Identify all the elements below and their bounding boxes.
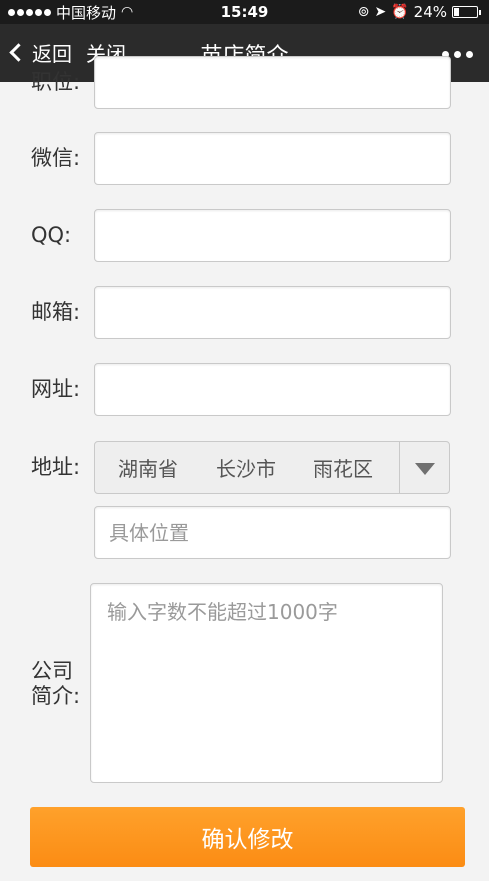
position-field[interactable] <box>94 56 451 109</box>
chevron-left-icon <box>9 43 28 62</box>
website-label: 网址: <box>31 377 81 401</box>
back-label: 返回 <box>32 42 72 66</box>
city-value: 长沙市 <box>216 457 276 481</box>
location-icon: ➤ <box>374 4 387 20</box>
status-left: 中国移动 ◠ <box>8 2 133 23</box>
back-button[interactable]: 返回 <box>9 38 72 67</box>
battery-icon <box>452 6 481 18</box>
region-select[interactable]: 湖南省 长沙市 雨花区 <box>94 441 450 494</box>
alarm-icon: ⏰ <box>391 4 409 20</box>
status-bar: 中国移动 ◠ 15:49 ⊚ ➤ ⏰ 24% <box>0 0 489 24</box>
confirm-button[interactable]: 确认修改 <box>30 807 465 867</box>
province-value: 湖南省 <box>118 457 178 481</box>
carrier-label: 中国移动 <box>56 3 117 22</box>
signal-icon <box>8 8 51 16</box>
dropdown-caret-icon[interactable] <box>415 463 435 475</box>
email-label: 邮箱: <box>31 300 81 324</box>
website-field[interactable] <box>94 363 451 416</box>
wechat-label: 微信: <box>31 146 81 170</box>
qq-label: QQ: <box>31 223 72 247</box>
detail-address-field[interactable] <box>94 506 451 559</box>
status-right: ⊚ ➤ ⏰ 24% <box>358 3 481 21</box>
battery-percent: 24% <box>413 3 447 21</box>
wechat-field[interactable] <box>94 132 451 185</box>
region-divider <box>399 442 400 493</box>
rotation-lock-icon: ⊚ <box>357 4 370 20</box>
district-value: 雨花区 <box>313 457 373 481</box>
address-label: 地址: <box>31 455 81 479</box>
intro-label-line1: 公司 <box>31 659 73 683</box>
company-intro-textarea[interactable] <box>90 583 443 783</box>
position-label: 职位: <box>31 70 81 94</box>
qq-field[interactable] <box>94 209 451 262</box>
email-field[interactable] <box>94 286 451 339</box>
wifi-icon: ◠ <box>121 4 134 20</box>
intro-label-line2: 简介: <box>31 684 81 708</box>
